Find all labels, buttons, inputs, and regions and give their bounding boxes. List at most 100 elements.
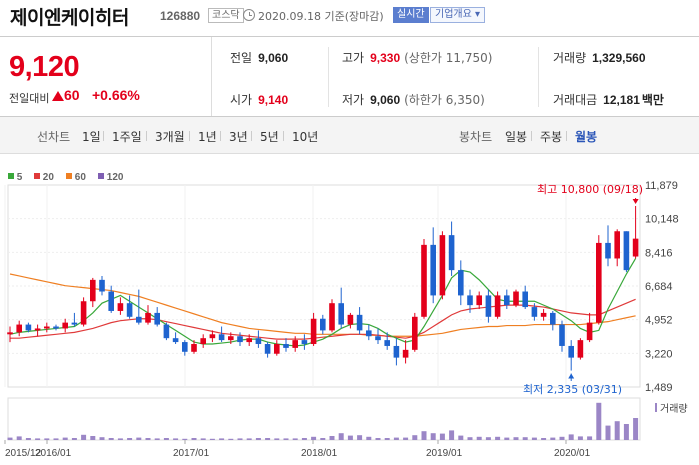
volume-bar: [136, 437, 142, 440]
volume-bar: [439, 433, 445, 440]
candle-body: [71, 322, 78, 325]
volume-bar: [53, 438, 59, 440]
candle-body: [375, 336, 381, 341]
volume-bar: [255, 438, 261, 440]
volume-bar: [191, 438, 197, 440]
candle-body: [62, 322, 68, 329]
volume-bar: [366, 436, 372, 440]
volume-bar: [7, 437, 13, 440]
volume-bar: [16, 436, 22, 440]
volume-bar: [127, 438, 133, 440]
x-tick-label: 2016/01: [35, 448, 72, 459]
candle-body: [172, 338, 179, 343]
candle-body: [430, 244, 436, 296]
volume-bar: [274, 438, 280, 440]
volume-bar: [596, 402, 602, 440]
max-price-annotation: 최고 10,800 (09/18): [537, 183, 643, 196]
candle-body: [393, 345, 400, 358]
candle-body: [301, 340, 308, 345]
x-tick-label: 2017/01: [173, 448, 210, 459]
stock-chart: 11,879 10,148 8,416 6,684 4,952 3,220 1,489 201…: [4, 180, 688, 459]
volume-bar: [311, 436, 317, 440]
y-tick-label: 6,684: [645, 281, 673, 293]
volume-bar: [467, 437, 473, 440]
volume-bar: [320, 438, 326, 440]
volume-bar: [71, 438, 77, 440]
candle-body: [366, 330, 372, 337]
volume-bar: [550, 437, 556, 440]
volume-bar: [384, 438, 390, 440]
candle-body: [504, 295, 510, 306]
volume-bar: [200, 438, 206, 440]
y-tick-label: 10,148: [645, 214, 679, 226]
candle-body: [513, 291, 519, 306]
y-tick-label: 8,416: [645, 247, 673, 259]
volume-bar: [99, 437, 105, 440]
candle-body: [53, 326, 59, 329]
candle-body: [329, 303, 335, 331]
y-tick-label: 11,879: [645, 180, 678, 192]
candle-body: [209, 334, 216, 339]
candle-body: [16, 324, 22, 333]
volume-bar: [90, 436, 96, 440]
candle-body: [467, 295, 473, 306]
volume-bar: [449, 430, 455, 440]
candle-body: [550, 312, 556, 325]
volume-bar: [614, 421, 620, 440]
candle-body: [568, 345, 574, 358]
volume-bar: [301, 438, 307, 440]
candle-body: [559, 324, 565, 346]
candle-body: [384, 340, 390, 346]
candle-body: [228, 336, 234, 341]
candle-body: [577, 340, 584, 358]
volume-bar: [329, 436, 335, 440]
volume-bar: [587, 436, 593, 440]
volume-bar: [522, 437, 528, 440]
candle-body: [596, 242, 602, 323]
candle-body: [99, 279, 105, 292]
candle-body: [476, 295, 482, 306]
volume-bar: [209, 438, 215, 440]
volume-bar: [403, 437, 409, 440]
candle-body: [356, 314, 363, 331]
candle-body: [218, 334, 225, 341]
candle-body: [494, 295, 501, 317]
min-arrow-head: [568, 373, 575, 379]
candle-body: [34, 328, 41, 331]
volume-bar: [182, 438, 188, 440]
candle-body: [320, 318, 326, 331]
volume-bar: [541, 438, 547, 440]
volume-legend-swatch: [655, 403, 657, 412]
candle-body: [540, 312, 547, 317]
volume-bar: [44, 438, 50, 440]
x-tick-label: 2020/01: [554, 448, 591, 459]
volume-bar: [531, 437, 537, 440]
candle-body: [126, 303, 133, 317]
volume-bar: [283, 438, 289, 440]
volume-bar: [62, 437, 68, 440]
candle-body: [531, 307, 538, 317]
volume-bar: [108, 438, 114, 440]
volume-bar: [246, 438, 252, 440]
y-tick-label: 1,489: [645, 382, 673, 394]
y-tick-label: 3,220: [645, 348, 673, 360]
candle-body: [632, 238, 639, 257]
candle-body: [421, 244, 427, 317]
volume-bar: [375, 438, 381, 440]
volume-bar: [163, 438, 169, 440]
volume-bar: [81, 434, 87, 440]
candle-body: [264, 344, 271, 354]
volume-bar: [495, 436, 501, 440]
candle-body: [439, 235, 446, 296]
volume-bar: [577, 436, 583, 440]
volume-bar: [292, 438, 298, 440]
volume-bar: [154, 438, 160, 440]
volume-bar: [173, 438, 179, 440]
candle-body: [614, 231, 620, 259]
candle-body: [283, 344, 289, 348]
volume-bar: [504, 437, 510, 440]
volume-axis-label: 거래량: [660, 403, 688, 415]
candle-body: [136, 316, 142, 323]
max-arrow-head: [632, 198, 639, 204]
volume-bar: [25, 438, 31, 440]
